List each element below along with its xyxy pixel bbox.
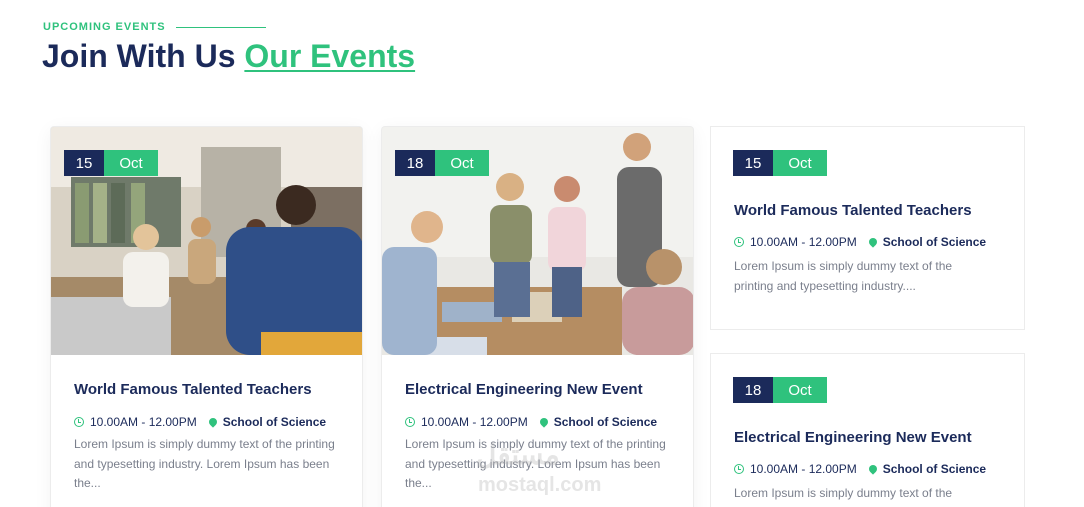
event-card-4[interactable]: 18 Oct Electrical Engineering New Event … — [710, 353, 1025, 507]
location-pin-icon — [867, 236, 879, 248]
event-location: School of Science — [222, 415, 327, 429]
location-pin-icon — [207, 416, 219, 428]
date-month: Oct — [773, 377, 827, 403]
event-title[interactable]: World Famous Talented Teachers — [734, 202, 972, 219]
event-card-1[interactable]: 15 Oct World Famous Talented Teachers 10… — [50, 126, 363, 507]
location-pin-icon — [538, 416, 550, 428]
date-badge: 15 Oct — [64, 150, 158, 176]
event-time: 10.00AM - 12.00PM — [750, 462, 857, 476]
event-meta: 10.00AM - 12.00PM School of Science — [734, 235, 986, 249]
clock-icon — [734, 464, 744, 474]
date-badge: 15 Oct — [733, 150, 827, 176]
event-card-3[interactable]: 15 Oct World Famous Talented Teachers 10… — [710, 126, 1025, 330]
event-title[interactable]: Electrical Engineering New Event — [734, 429, 972, 446]
clock-icon — [74, 417, 84, 427]
eyebrow-divider — [175, 26, 266, 28]
event-title[interactable]: World Famous Talented Teachers — [74, 381, 312, 398]
event-location: School of Science — [553, 415, 658, 429]
date-day: 15 — [64, 150, 104, 176]
date-badge: 18 Oct — [395, 150, 489, 176]
date-badge: 18 Oct — [733, 377, 827, 403]
event-location: School of Science — [882, 462, 987, 476]
date-day: 15 — [733, 150, 773, 176]
eyebrow-label: UPCOMING EVENTS — [43, 21, 166, 33]
students-photo-icon: 18 Oct — [382, 127, 693, 355]
event-title[interactable]: Electrical Engineering New Event — [405, 381, 643, 398]
location-pin-icon — [867, 463, 879, 475]
clock-icon — [734, 237, 744, 247]
date-day: 18 — [395, 150, 435, 176]
event-meta: 10.00AM - 12.00PM School of Science — [405, 415, 657, 429]
clock-icon — [405, 417, 415, 427]
watermark-logo: مستقل — [476, 439, 560, 470]
event-description: Lorem Ipsum is simply dummy text of the … — [734, 259, 953, 293]
event-time: 10.00AM - 12.00PM — [750, 235, 857, 249]
watermark-url: mostaql.com — [478, 474, 602, 496]
event-description: Lorem Ipsum is simply dummy text of the … — [74, 437, 335, 490]
title-main: Join With Us — [42, 38, 236, 74]
event-time: 10.00AM - 12.00PM — [421, 415, 528, 429]
event-meta: 10.00AM - 12.00PM School of Science — [74, 415, 326, 429]
section-title: Join With Us Our Events — [42, 38, 415, 75]
date-month: Oct — [104, 150, 158, 176]
event-meta: 10.00AM - 12.00PM School of Science — [734, 462, 986, 476]
date-month: Oct — [435, 150, 489, 176]
date-month: Oct — [773, 150, 827, 176]
event-description: Lorem Ipsum is simply dummy text of the — [734, 486, 953, 500]
event-location: School of Science — [882, 235, 987, 249]
event-time: 10.00AM - 12.00PM — [90, 415, 197, 429]
section-eyebrow: UPCOMING EVENTS — [43, 21, 266, 33]
title-accent-link[interactable]: Our Events — [244, 38, 415, 74]
date-day: 18 — [733, 377, 773, 403]
classroom-photo-icon: 15 Oct — [51, 127, 362, 355]
